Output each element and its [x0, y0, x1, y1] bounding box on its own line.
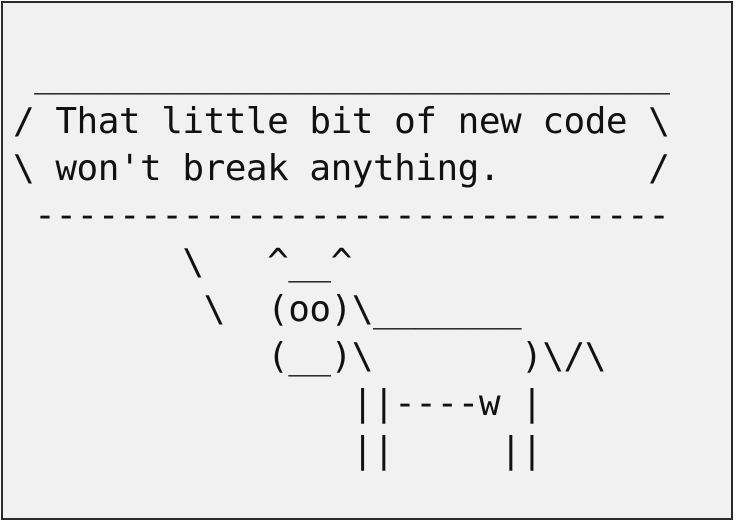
- speech-bubble-line-1: / That little bit of new code \: [13, 101, 670, 142]
- terminal-window: ______________________________ / That lit…: [1, 1, 733, 520]
- cow-legs-line-1: ||----w |: [13, 383, 543, 424]
- cow-mouth-line: (__)\ )\/\: [13, 336, 606, 377]
- cow-eyes-line: \ (oo)\_______: [13, 289, 522, 330]
- speech-bubble-bottom-border: ------------------------------: [13, 195, 670, 236]
- cowsay-output: ______________________________ / That lit…: [13, 51, 670, 474]
- speech-bubble-top-border: ______________________________: [13, 54, 670, 95]
- speech-bubble-line-2: \ won't break anything. /: [13, 148, 670, 189]
- cow-ears-line: \ ^__^: [13, 242, 352, 283]
- cow-legs-line-2: || ||: [13, 430, 543, 471]
